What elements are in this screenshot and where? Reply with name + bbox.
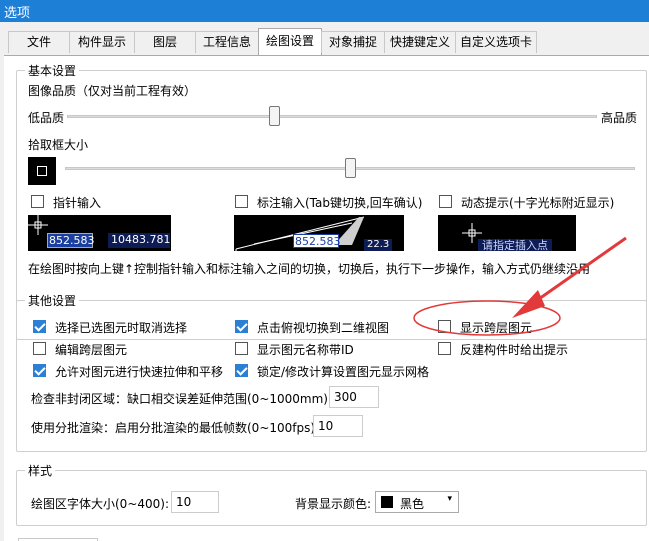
annotation-overlay	[413, 236, 627, 336]
annotation-arrow-head	[512, 290, 545, 318]
